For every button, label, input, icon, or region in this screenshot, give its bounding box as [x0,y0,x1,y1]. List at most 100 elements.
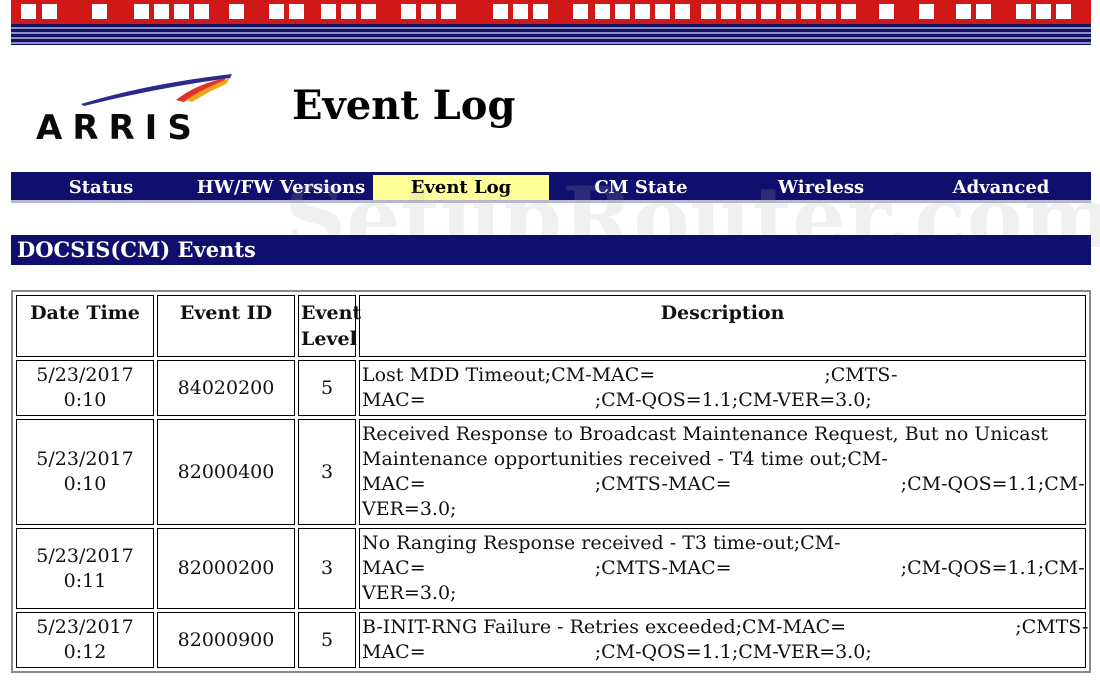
description-line: MAC= ;CMTS-MAC= ;CM-QOS=1.1;CM- [362,557,1085,579]
date-text: 5/23/2017 [36,616,134,638]
banner-square [781,4,796,19]
time-text: 0:10 [63,389,107,411]
banner-square [134,4,149,19]
banner-square [635,4,650,19]
banner-square [741,4,756,19]
banner-square [441,4,456,19]
col-header-description: Description [359,295,1086,357]
banner-square [675,4,690,19]
cell-date-time: 5/23/2017 0:10 [16,360,154,416]
col-header-event-level-text: Event Level [301,302,362,350]
banner-square [595,4,610,19]
table-row: 5/23/2017 0:10 82000400 3 Received Response … [16,419,1086,525]
col-header-event-id: Event ID [157,295,295,357]
banner-square [879,4,894,19]
banner-square [533,4,548,19]
banner-square [269,4,284,19]
top-banner [11,0,1091,24]
banner-square [21,4,36,19]
description-line: Lost MDD Timeout;CM-MAC= ;CMTS- [362,364,898,386]
events-table-wrap: Date Time Event ID Event Level Descripti… [11,290,1091,690]
banner-square [841,4,856,19]
banner-square [401,4,416,19]
banner-square [493,4,508,19]
description-line: No Ranging Response received - T3 time-o… [362,532,841,554]
banner-square [821,4,836,19]
nav-event-log[interactable]: Event Log [373,175,549,200]
cell-description: Received Response to Broadcast Maintenan… [359,419,1086,525]
col-header-date-time: Date Time [16,295,154,357]
banner-square [1036,4,1051,19]
cell-description: B-INIT-RNG Failure - Retries exceeded;CM… [359,612,1089,668]
cell-event-id: 82000400 [157,419,295,525]
logo-swoosh-icon [81,74,232,106]
nav-advanced[interactable]: Advanced [911,175,1091,200]
time-text: 0:10 [63,473,107,495]
banner-square [289,4,304,19]
cell-date-time: 5/23/2017 0:10 [16,419,154,525]
banner-square [721,4,736,19]
cell-event-level: 5 [298,360,356,416]
cell-event-level: 5 [298,612,356,668]
banner-square [92,4,107,19]
section-header: DOCSIS(CM) Events [11,235,1091,265]
banner-square [919,4,934,19]
date-text: 5/23/2017 [36,544,134,567]
description-line: MAC= ;CMTS-MAC= ;CM-QOS=1.1;CM- [362,473,1085,495]
banner-square [174,4,189,19]
description-line: B-INIT-RNG Failure - Retries exceeded;CM… [362,616,1089,638]
banner-square [229,4,244,19]
cell-event-id: 84020200 [157,360,295,416]
banner-square [341,4,356,19]
date-text: 5/23/2017 [36,364,134,386]
banner-square [655,4,670,19]
description-line: Received Response to Broadcast Maintenan… [362,423,1048,445]
banner-square [513,4,528,19]
banner-square [761,4,776,19]
cell-event-level: 3 [298,419,356,525]
description-line: MAC= ;CM-QOS=1.1;CM-VER=3.0; [362,641,872,663]
banner-square [976,4,991,19]
description-line: VER=3.0; [362,582,457,604]
banner-square [421,4,436,19]
table-row: 5/23/2017 0:10 84020200 5 Lost MDD Timeout;C… [16,360,1086,416]
description-line: VER=3.0; [362,498,457,520]
arris-logo: ARRIS [36,70,236,148]
main-nav: Status HW/FW Versions Event Log CM State… [11,172,1091,200]
nav-hw-fw-versions[interactable]: HW/FW Versions [191,175,371,200]
cell-description: No Ranging Response received - T3 time-o… [359,528,1086,609]
banner-square [615,4,630,19]
logo-wordmark: ARRIS [36,108,202,148]
nav-cm-state[interactable]: CM State [551,175,731,200]
banner-square [361,4,376,19]
time-text: 0:11 [63,569,107,592]
banner-square [194,4,209,19]
nav-status[interactable]: Status [11,175,191,200]
cell-date-time: 5/23/2017 0:12 [16,612,154,668]
description-line: Maintenance opportunities received - T4 … [362,448,888,470]
table-row: 5/23/2017 0:12 82000900 5 B-INIT-RNG Failure… [16,612,1089,668]
banner-square [956,4,971,19]
cell-event-level: 3 [298,528,356,609]
date-text: 5/23/2017 [36,448,134,470]
table-row: 5/23/2017 0:11 82000200 3 No Ranging Respons… [16,528,1086,609]
banner-square [42,4,57,19]
col-header-event-level: Event Level [298,295,362,357]
table-header-row: Date Time Event ID Event Level Descripti… [16,295,1086,357]
page-title: Event Log [292,82,516,129]
cell-event-id: 82000900 [157,612,295,668]
banner-square [801,4,816,19]
banner-square [1056,4,1071,19]
banner-square [573,4,588,19]
cell-description: Lost MDD Timeout;CM-MAC= ;CMTS- MAC= ;CM-… [359,360,1086,416]
time-text: 0:12 [63,641,107,663]
nav-underline [11,200,1091,203]
banner-square [701,4,716,19]
banner-square [154,4,169,19]
cell-date-time: 5/23/2017 0:11 [16,528,154,609]
description-line: MAC= ;CM-QOS=1.1;CM-VER=3.0; [362,389,872,411]
header-stripes [11,24,1091,45]
cell-event-id: 82000200 [157,528,295,609]
banner-square [1016,4,1031,19]
nav-wireless[interactable]: Wireless [731,175,911,200]
